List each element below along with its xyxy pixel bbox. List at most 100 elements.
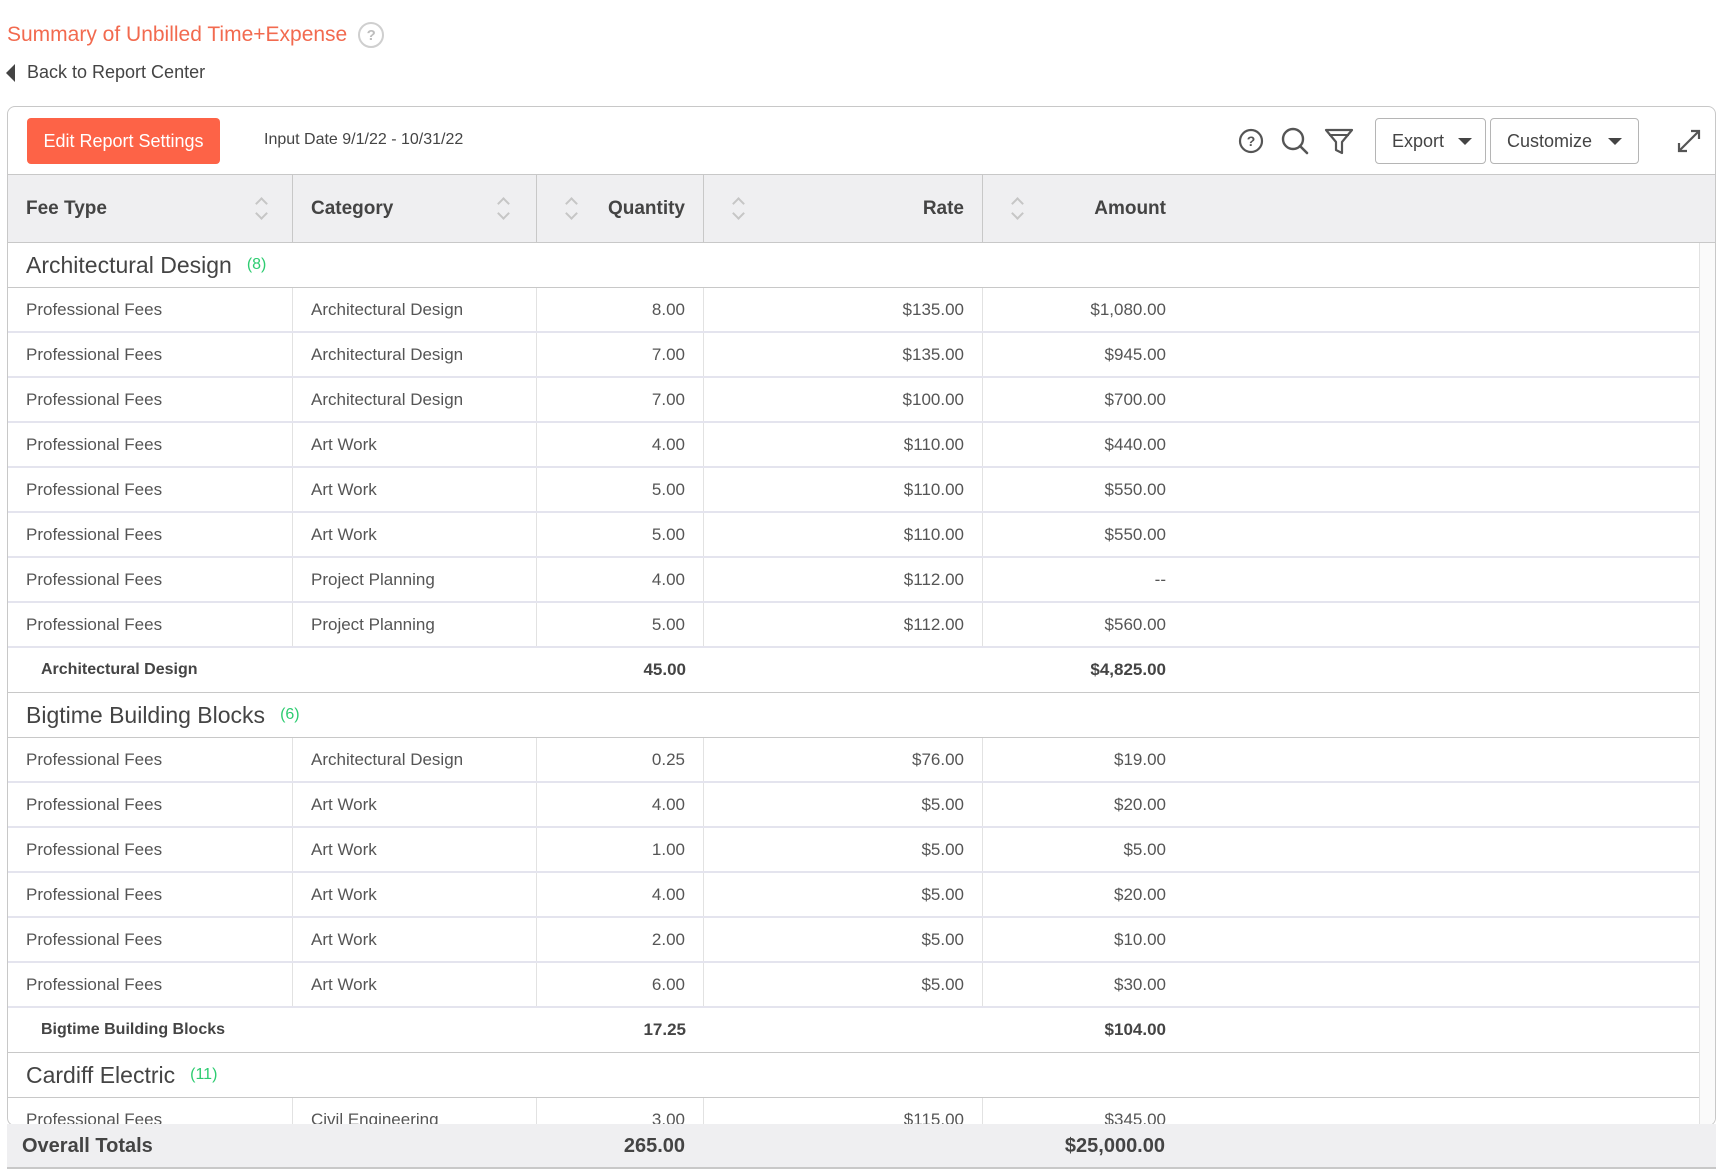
input-date-range: Input Date 9/1/22 - 10/31/22 bbox=[264, 131, 464, 148]
cell-quantity: 2.00 bbox=[537, 918, 704, 961]
table-row[interactable]: Professional Fees Art Work 4.00 $110.00 $440… bbox=[8, 423, 1700, 468]
table-row[interactable]: Professional Fees Architectural Design 0.2… bbox=[8, 738, 1700, 783]
column-label: Amount bbox=[1094, 197, 1166, 219]
cell-category: Art Work bbox=[293, 963, 537, 1006]
totals-amount: $25,000.00 bbox=[1064, 1135, 1165, 1157]
table-row[interactable]: Professional Fees Art Work 5.00 $110.00 $550… bbox=[8, 513, 1700, 558]
cell-amount: $560.00 bbox=[1104, 614, 1166, 634]
sort-icon[interactable] bbox=[565, 196, 579, 222]
cell-quantity: 7.00 bbox=[537, 378, 704, 421]
table-header: Fee Type Category Quantity Rate Amount bbox=[8, 175, 1715, 243]
customize-dropdown[interactable]: Customize bbox=[1490, 118, 1639, 164]
table-body[interactable]: Architectural Design (8) Professional Fees… bbox=[8, 243, 1715, 1126]
svg-text:?: ? bbox=[1247, 133, 1256, 149]
table-row[interactable]: Professional Fees Project Planning 4.00 $11… bbox=[8, 558, 1700, 603]
table-row[interactable]: Professional Fees Project Planning 5.00 $11… bbox=[8, 603, 1700, 648]
cell-quantity: 4.00 bbox=[537, 558, 704, 601]
table-row[interactable]: Professional Fees Art Work 5.00 $110.00 $550… bbox=[8, 468, 1700, 513]
expand-icon[interactable] bbox=[1672, 124, 1706, 158]
table-row[interactable]: Professional Fees Art Work 2.00 $5.00 $10.00 bbox=[8, 918, 1700, 963]
column-header-fee-type[interactable]: Fee Type bbox=[8, 175, 293, 242]
cell-amount: $30.00 bbox=[1114, 974, 1166, 994]
column-header-category[interactable]: Category bbox=[293, 175, 537, 242]
table-row[interactable]: Professional Fees Civil Engineering 3.00 $1… bbox=[8, 1098, 1700, 1126]
toolbar-icons: ? bbox=[1234, 124, 1356, 158]
cell-rate: $112.00 bbox=[704, 558, 983, 601]
sort-icon[interactable] bbox=[255, 196, 269, 222]
table-row[interactable]: Professional Fees Architectural Design 8.0… bbox=[8, 288, 1700, 333]
cell-rate: $110.00 bbox=[704, 468, 983, 511]
column-label: Quantity bbox=[607, 197, 685, 219]
cell-category: Architectural Design bbox=[293, 288, 537, 331]
cell-quantity: 4.00 bbox=[537, 873, 704, 916]
totals-quantity: 265.00 bbox=[623, 1135, 685, 1157]
cell-quantity: 4.00 bbox=[537, 783, 704, 826]
group-header[interactable]: Bigtime Building Blocks (6) bbox=[8, 693, 1700, 738]
cell-quantity: 5.00 bbox=[537, 603, 704, 646]
table-row[interactable]: Professional Fees Art Work 4.00 $5.00 $20.00 bbox=[8, 783, 1700, 828]
back-to-report-center-link[interactable]: Back to Report Center bbox=[6, 62, 205, 83]
cell-amount: $345.00 bbox=[1104, 1109, 1166, 1126]
sort-icon[interactable] bbox=[497, 196, 511, 222]
back-arrow-icon bbox=[6, 63, 15, 82]
column-label: Fee Type bbox=[26, 197, 107, 219]
cell-category: Art Work bbox=[293, 513, 537, 556]
cell-rate: $110.00 bbox=[704, 423, 983, 466]
group-header[interactable]: Cardiff Electric (11) bbox=[8, 1053, 1700, 1098]
cell-fee-type: Professional Fees bbox=[8, 963, 293, 1006]
sort-icon[interactable] bbox=[732, 196, 746, 222]
sort-icon[interactable] bbox=[1011, 196, 1025, 222]
search-icon[interactable] bbox=[1278, 124, 1312, 158]
group-subtotal-row: Bigtime Building Blocks 17.25 $104.00 bbox=[8, 1008, 1700, 1053]
subtotal-amount: $104.00 bbox=[1104, 1019, 1166, 1039]
cell-fee-type: Professional Fees bbox=[8, 468, 293, 511]
cell-category: Architectural Design bbox=[293, 738, 537, 781]
subtotal-label: Bigtime Building Blocks bbox=[41, 1020, 226, 1038]
vertical-scrollbar[interactable] bbox=[1699, 243, 1715, 1125]
table-row[interactable]: Professional Fees Art Work 6.00 $5.00 $30.00 bbox=[8, 963, 1700, 1008]
group-header[interactable]: Architectural Design (8) bbox=[8, 243, 1700, 288]
export-dropdown[interactable]: Export bbox=[1375, 118, 1486, 164]
report-table: Fee Type Category Quantity Rate Amount A… bbox=[8, 175, 1715, 1126]
cell-amount: $10.00 bbox=[1114, 929, 1166, 949]
cell-amount: $20.00 bbox=[1114, 794, 1166, 814]
report-toolbar: Edit Report Settings Input Date 9/1/22 -… bbox=[8, 107, 1715, 175]
cell-category: Art Work bbox=[293, 468, 537, 511]
column-header-amount[interactable]: Amount bbox=[983, 175, 1166, 242]
cell-amount: $5.00 bbox=[1123, 839, 1166, 859]
group-name: Cardiff Electric bbox=[26, 1061, 176, 1088]
cell-quantity: 8.00 bbox=[537, 288, 704, 331]
cell-category: Project Planning bbox=[293, 603, 537, 646]
filter-icon[interactable] bbox=[1322, 124, 1356, 158]
cell-fee-type: Professional Fees bbox=[8, 558, 293, 601]
table-row[interactable]: Professional Fees Architectural Design 7.0… bbox=[8, 378, 1700, 423]
help-icon[interactable]: ? bbox=[358, 22, 385, 48]
table-row[interactable]: Professional Fees Architectural Design 7.0… bbox=[8, 333, 1700, 378]
cell-quantity: 1.00 bbox=[537, 828, 704, 871]
edit-report-settings-button[interactable]: Edit Report Settings bbox=[27, 118, 220, 164]
totals-label: Overall Totals bbox=[22, 1135, 153, 1157]
cell-rate: $100.00 bbox=[704, 378, 983, 421]
column-header-rate[interactable]: Rate bbox=[704, 175, 983, 242]
cell-category: Art Work bbox=[293, 873, 537, 916]
column-header-quantity[interactable]: Quantity bbox=[537, 175, 704, 242]
group-name: Architectural Design bbox=[26, 251, 232, 278]
cell-rate: $76.00 bbox=[704, 738, 983, 781]
cell-amount: $440.00 bbox=[1104, 434, 1166, 454]
column-label: Category bbox=[311, 197, 394, 219]
cell-rate: $115.00 bbox=[704, 1098, 983, 1125]
subtotal-quantity: 17.25 bbox=[643, 1019, 686, 1039]
cell-amount: $1,080.00 bbox=[1090, 299, 1166, 319]
cell-rate: $5.00 bbox=[704, 828, 983, 871]
table-row[interactable]: Professional Fees Art Work 1.00 $5.00 $5.00 bbox=[8, 828, 1700, 873]
table-row[interactable]: Professional Fees Art Work 4.00 $5.00 $20.00 bbox=[8, 873, 1700, 918]
group-count-badge: (8) bbox=[246, 256, 267, 273]
cell-amount: $700.00 bbox=[1104, 389, 1166, 409]
cell-fee-type: Professional Fees bbox=[8, 1098, 293, 1125]
group-count-badge: (6) bbox=[280, 706, 300, 723]
column-label: Rate bbox=[922, 197, 964, 219]
cell-rate: $135.00 bbox=[704, 288, 983, 331]
cell-rate: $5.00 bbox=[704, 918, 983, 961]
cell-category: Civil Engineering bbox=[293, 1098, 537, 1125]
help-icon[interactable]: ? bbox=[1234, 124, 1268, 158]
